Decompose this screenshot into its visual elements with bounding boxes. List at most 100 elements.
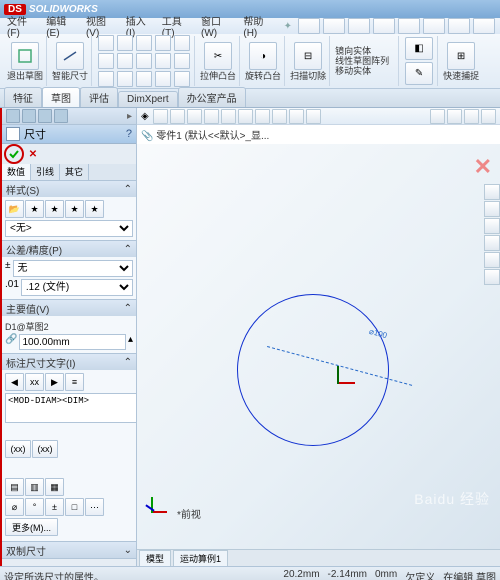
pattern-lbl[interactable]: 线性草图阵列 [335, 56, 395, 66]
pm-dimx-icon[interactable] [54, 109, 68, 123]
win-min-icon[interactable] [447, 109, 462, 124]
heads-up-close-icon[interactable]: ✕ [474, 154, 492, 180]
repair-button[interactable]: ✎ [405, 62, 433, 85]
taskpane-view-icon[interactable] [484, 235, 500, 251]
taskpane-res-icon[interactable] [484, 184, 500, 200]
tab-model[interactable]: 模型 [139, 550, 171, 566]
ok-button[interactable] [4, 144, 24, 164]
extend-icon[interactable] [136, 71, 152, 87]
offset-icon[interactable] [155, 71, 171, 87]
sketch-circle[interactable] [237, 294, 389, 446]
dim-text-area[interactable]: <MOD-DIAM><DIM> [5, 393, 136, 423]
style-del-icon[interactable]: ★ [65, 200, 84, 218]
style-save-icon[interactable]: ★ [85, 200, 104, 218]
qat-redo-icon[interactable] [423, 18, 445, 34]
ellipse-icon[interactable] [136, 53, 152, 69]
line-icon[interactable] [98, 35, 114, 51]
win-close-icon[interactable] [481, 109, 496, 124]
pm-expand-icon[interactable]: ▸ [127, 111, 132, 122]
precision-select[interactable]: .12 (文件) [21, 279, 133, 296]
hide-show-icon[interactable] [255, 109, 270, 124]
tab-evaluate[interactable]: 评估 [80, 87, 118, 107]
sym-pm-icon[interactable]: ± [45, 498, 64, 516]
view-orient-icon[interactable] [221, 109, 236, 124]
collapse-icon[interactable]: ⌃ [124, 303, 132, 314]
style-select[interactable]: <无> [5, 220, 133, 237]
settings-icon[interactable] [306, 109, 321, 124]
just2-icon[interactable]: ▥ [25, 478, 44, 496]
scene-icon[interactable] [289, 109, 304, 124]
collapse-icon[interactable]: ⌃ [124, 244, 132, 255]
taskpane-prop-icon[interactable] [484, 269, 500, 285]
trim-entities-button[interactable]: ✂ [204, 42, 232, 70]
just1-icon[interactable]: ▤ [5, 478, 24, 496]
sym-diam-icon[interactable]: ⌀ [5, 498, 24, 516]
align-just-icon[interactable]: ≡ [65, 373, 84, 391]
dimension-value-input[interactable] [19, 334, 126, 350]
taskpane-search-icon[interactable] [484, 218, 500, 234]
win-split-icon[interactable] [430, 109, 445, 124]
arc-icon[interactable] [136, 35, 152, 51]
subtab-value[interactable]: 数值 [2, 164, 31, 180]
xx-btn2[interactable]: (xx) [32, 440, 58, 458]
taskpane-appear-icon[interactable] [484, 252, 500, 268]
taskpane-lib-icon[interactable] [484, 201, 500, 217]
prev-view-icon[interactable] [187, 109, 202, 124]
qat-print-icon[interactable] [373, 18, 395, 34]
viewport-canvas[interactable]: ✕ ⌀100 *前视 Baidu 经验 [137, 144, 500, 549]
display-button[interactable]: ◧ [405, 37, 433, 60]
trim-icon[interactable] [117, 71, 133, 87]
move-lbl[interactable]: 移动实体 [335, 66, 395, 76]
tab-sketch[interactable]: 草图 [42, 87, 80, 107]
appearance-icon[interactable] [272, 109, 287, 124]
collapse-icon[interactable]: ⌃ [124, 184, 132, 195]
link-icon[interactable]: 🔗 [5, 334, 17, 350]
sym-more-icon[interactable]: ⋯ [85, 498, 104, 516]
smart-dimension-button[interactable] [56, 42, 84, 70]
subtab-other[interactable]: 其它 [60, 164, 89, 180]
align-center-icon[interactable]: xx [25, 373, 44, 391]
convert-icon[interactable] [174, 71, 190, 87]
style-add-icon[interactable]: ★ [45, 200, 64, 218]
qat-new-icon[interactable] [298, 18, 320, 34]
sym-sq-icon[interactable]: □ [65, 498, 84, 516]
offset-entities-button[interactable]: ⊟ [294, 42, 322, 70]
sym-deg-icon[interactable]: ° [25, 498, 44, 516]
qat-rebuild-icon[interactable] [448, 18, 470, 34]
fillet-icon[interactable] [155, 53, 171, 69]
tab-features[interactable]: 特征 [4, 87, 42, 107]
subtab-leaders[interactable]: 引线 [31, 164, 60, 180]
slot-icon[interactable] [98, 53, 114, 69]
style-load-icon[interactable]: 📂 [5, 200, 24, 218]
pm-help-icon[interactable]: ? [126, 128, 132, 140]
circle-icon[interactable] [117, 35, 133, 51]
zoom-fit-icon[interactable] [153, 109, 168, 124]
style-fav-icon[interactable]: ★ [25, 200, 44, 218]
view-triad[interactable] [143, 493, 171, 521]
more-button[interactable]: 更多(M)... [5, 518, 58, 536]
section-icon[interactable] [204, 109, 219, 124]
align-right-icon[interactable]: ▶ [45, 373, 64, 391]
align-left-icon[interactable]: ◀ [5, 373, 24, 391]
poly-icon[interactable] [117, 53, 133, 69]
pm-tree-icon[interactable] [6, 109, 20, 123]
text-icon[interactable] [98, 71, 114, 87]
pm-config-icon[interactable] [38, 109, 52, 123]
display-style-icon[interactable] [238, 109, 253, 124]
qat-undo-icon[interactable] [398, 18, 420, 34]
convert-entities-button[interactable]: ◑ [249, 42, 277, 70]
mirror-lbl[interactable]: 镜向实体 [335, 46, 395, 56]
qat-opts-icon[interactable] [473, 18, 495, 34]
tol-select[interactable]: 无 [13, 260, 134, 277]
exit-sketch-button[interactable] [11, 42, 39, 70]
tab-office[interactable]: 办公室产品 [178, 87, 246, 107]
collapse-icon[interactable]: ⌃ [124, 357, 132, 368]
expand-icon[interactable]: ⌄ [124, 545, 132, 556]
win-max-icon[interactable] [464, 109, 479, 124]
pm-prop-icon[interactable] [22, 109, 36, 123]
zoom-area-icon[interactable] [170, 109, 185, 124]
spinner-icon[interactable]: ▴ [128, 334, 133, 350]
just3-icon[interactable]: ▦ [45, 478, 64, 496]
rect-icon[interactable] [155, 35, 171, 51]
cancel-button[interactable]: ✕ [26, 147, 40, 161]
